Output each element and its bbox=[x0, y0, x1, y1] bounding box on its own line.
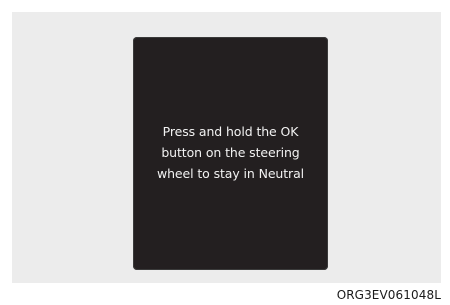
neutral-hold-message: Press and hold the OK button on the stee… bbox=[133, 121, 328, 184]
message-line-2: button on the steering bbox=[161, 145, 300, 160]
cluster-message-display: Press and hold the OK button on the stee… bbox=[133, 37, 328, 270]
figure-code-label: ORG3EV061048L bbox=[336, 288, 441, 302]
message-line-1: Press and hold the OK bbox=[162, 124, 299, 139]
message-line-3: wheel to stay in Neutral bbox=[156, 166, 305, 181]
